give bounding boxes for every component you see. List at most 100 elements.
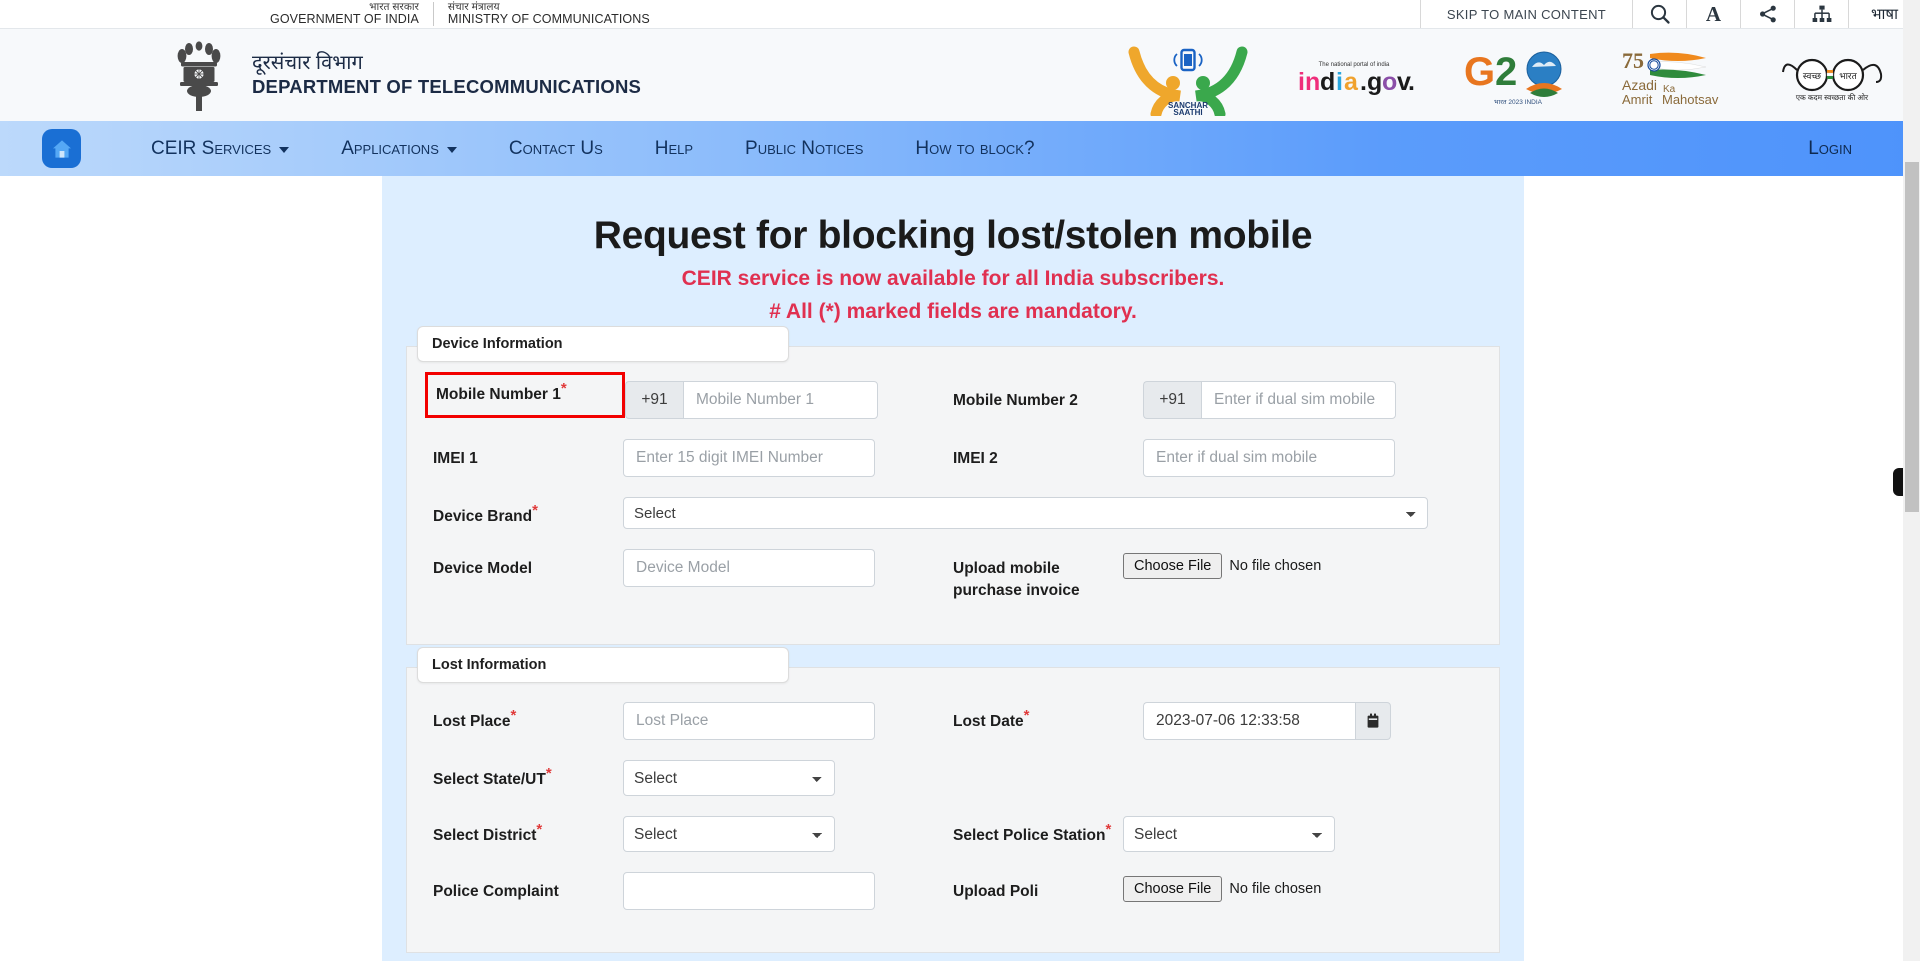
form-row-device-model: Device Model Upload mobile purchase invo… — [433, 549, 1473, 602]
district-label: Select District* — [433, 816, 623, 847]
sanchar-saathi-logo[interactable]: SANCHAR SAATHI — [1128, 36, 1248, 116]
mobile-number-1-label: Mobile Number 1* — [425, 372, 625, 418]
department-hindi: दूरसंचार विभाग — [252, 52, 363, 75]
district-select[interactable]: Select — [623, 816, 835, 852]
field-upload-complaint: Upload Poli Choose File No file chosen — [953, 872, 1473, 903]
form-row-district-police: Select District* Select Select Police St… — [433, 816, 1473, 852]
india-gov-in-logo[interactable]: The national portal of india in d i a . … — [1296, 54, 1414, 98]
sitemap-icon[interactable] — [1794, 0, 1848, 28]
upload-invoice-label: Upload mobile purchase invoice — [953, 560, 1080, 599]
home-icon[interactable] — [42, 129, 81, 168]
national-emblem-icon — [170, 37, 228, 113]
form-row-mobile-numbers: Mobile Number 1* +91 Mobile Number 2 +91 — [425, 372, 1473, 419]
chevron-down-icon — [279, 147, 290, 153]
svg-text:स्वच्छ: स्वच्छ — [1803, 71, 1822, 81]
required-asterisk: * — [560, 379, 567, 397]
label-text: Lost Place — [433, 713, 511, 730]
nav-item-label: Applications — [341, 137, 439, 159]
field-upload-invoice: Upload mobile purchase invoice Choose Fi… — [953, 549, 1473, 602]
mobile-number-2-group: +91 — [1143, 381, 1396, 419]
police-station-select[interactable]: Select — [1123, 816, 1335, 852]
field-police-station: Select Police Station* Select — [953, 816, 1473, 852]
nav-item-list: CEIR Services Applications Contact Us He… — [125, 138, 1061, 160]
nav-item-public-notices[interactable]: Public Notices — [719, 138, 889, 160]
department-title: दूरसंचार विभाग DEPARTMENT OF TELECOMMUNI… — [252, 52, 641, 97]
choose-file-button-complaint[interactable]: Choose File — [1123, 876, 1223, 902]
required-asterisk: * — [510, 706, 517, 724]
svg-text:भारत 2023 INDIA: भारत 2023 INDIA — [1494, 99, 1543, 106]
calendar-icon[interactable] — [1355, 702, 1391, 740]
field-lost-date: Lost Date* — [953, 702, 1473, 740]
label-text: Lost Date — [953, 713, 1024, 730]
imei-2-label: IMEI 2 — [953, 450, 998, 467]
font-size-icon[interactable]: A — [1686, 0, 1740, 28]
mobile-number-1-input[interactable] — [683, 381, 878, 419]
svg-text:एक कदम स्वच्छता की ओर: एक कदम स्वच्छता की ओर — [1796, 93, 1869, 102]
font-size-letter: A — [1705, 1, 1722, 26]
page-scrollbar-thumb[interactable] — [1905, 162, 1919, 512]
imei-1-input[interactable] — [623, 439, 875, 477]
file-status-complaint: No file chosen — [1229, 881, 1322, 897]
search-icon[interactable] — [1632, 0, 1686, 28]
choose-file-button-invoice[interactable]: Choose File — [1123, 553, 1223, 579]
availability-notice: CEIR service is now available for all In… — [681, 267, 1225, 290]
imei-1-label: IMEI 1 — [433, 450, 478, 467]
lost-date-input[interactable] — [1143, 702, 1355, 740]
police-complaint-input[interactable] — [623, 872, 875, 910]
field-imei-1: IMEI 1 — [433, 439, 953, 477]
gov-english-text: GOVERNMENT OF INDIA — [270, 11, 419, 26]
svg-text:in: in — [1298, 68, 1320, 96]
svg-text:Azadi: Azadi — [1622, 77, 1657, 93]
nav-item-ceir-services[interactable]: CEIR Services — [125, 138, 315, 160]
login-button[interactable]: Login — [1808, 138, 1852, 160]
upload-invoice-control: Choose File No file chosen — [1123, 549, 1321, 579]
form-row-device-brand: Device Brand* Select — [433, 497, 1473, 529]
svg-text:Amrit: Amrit — [1622, 92, 1653, 106]
form-row-imei: IMEI 1 IMEI 2 — [433, 439, 1473, 477]
svg-text:a: a — [1344, 68, 1359, 96]
azadi-ka-amrit-mahotsav-logo[interactable]: 75 Azadi Ka Amrit Mahotsav — [1622, 46, 1730, 106]
required-asterisk: * — [532, 501, 538, 519]
svg-text:Mahotsav: Mahotsav — [1662, 92, 1719, 106]
nav-item-help[interactable]: Help — [629, 138, 719, 160]
nav-item-applications[interactable]: Applications — [315, 138, 483, 160]
lost-place-input[interactable] — [623, 702, 875, 740]
form-container: Request for blocking lost/stolen mobile … — [382, 176, 1524, 961]
top-utility-bar: भारत सरकार GOVERNMENT OF INDIA संचार मंत… — [0, 0, 1920, 28]
page-scrollbar-track[interactable] — [1903, 0, 1920, 961]
lost-date-group — [1143, 702, 1391, 740]
police-complaint-label: Police Complaint — [433, 883, 559, 900]
svg-text:SAATHI: SAATHI — [1173, 108, 1202, 116]
field-lost-place: Lost Place* — [433, 702, 953, 740]
g20-india-logo[interactable]: G 2 भारत 2023 INDIA — [1462, 45, 1574, 107]
swachh-bharat-logo[interactable]: स्वच्छ भारत एक कदम स्वच्छता की ओर — [1778, 48, 1890, 104]
required-asterisk: * — [545, 764, 552, 782]
police-station-label: Select Police Station* — [953, 816, 1123, 847]
nav-item-how-to-block[interactable]: How to block? — [889, 138, 1060, 160]
nav-item-contact-us[interactable]: Contact Us — [483, 138, 629, 160]
label-text: Select State/UT — [433, 771, 546, 788]
government-identity: भारत सरकार GOVERNMENT OF INDIA संचार मंत… — [270, 0, 664, 28]
form-row-lost-place-date: Lost Place* Lost Date* — [433, 702, 1473, 740]
form-row-state: Select State/UT* Select — [433, 760, 1473, 796]
ministry-english-text: MINISTRY OF COMMUNICATIONS — [447, 11, 650, 26]
skip-to-main-content-link[interactable]: SKIP TO MAIN CONTENT — [1419, 0, 1632, 28]
country-code-prefix: +91 — [625, 381, 683, 419]
device-information-legend: Device Information — [417, 326, 789, 362]
state-ut-select[interactable]: Select — [623, 760, 835, 796]
label-text: Select District — [433, 827, 537, 844]
government-of-india-block: भारत सरकार GOVERNMENT OF INDIA — [270, 1, 433, 26]
lost-information-legend: Lost Information — [417, 647, 789, 683]
nav-item-label: Help — [654, 137, 694, 159]
form-row-complaint-partial: Police Complaint Upload Poli Choose File… — [433, 872, 1473, 910]
svg-text:d: d — [1320, 68, 1335, 96]
mandatory-fields-notice: # All (*) marked fields are mandatory. — [769, 300, 1137, 323]
mobile-number-2-input[interactable] — [1201, 381, 1396, 419]
page-title: Request for blocking lost/stolen mobile — [593, 214, 1313, 257]
device-model-input[interactable] — [623, 549, 875, 587]
device-brand-select[interactable]: Select — [623, 497, 1428, 529]
svg-text:i: i — [1336, 68, 1343, 96]
label-text: Select Police Station — [953, 827, 1106, 844]
imei-2-input[interactable] — [1143, 439, 1395, 477]
share-icon[interactable] — [1740, 0, 1794, 28]
